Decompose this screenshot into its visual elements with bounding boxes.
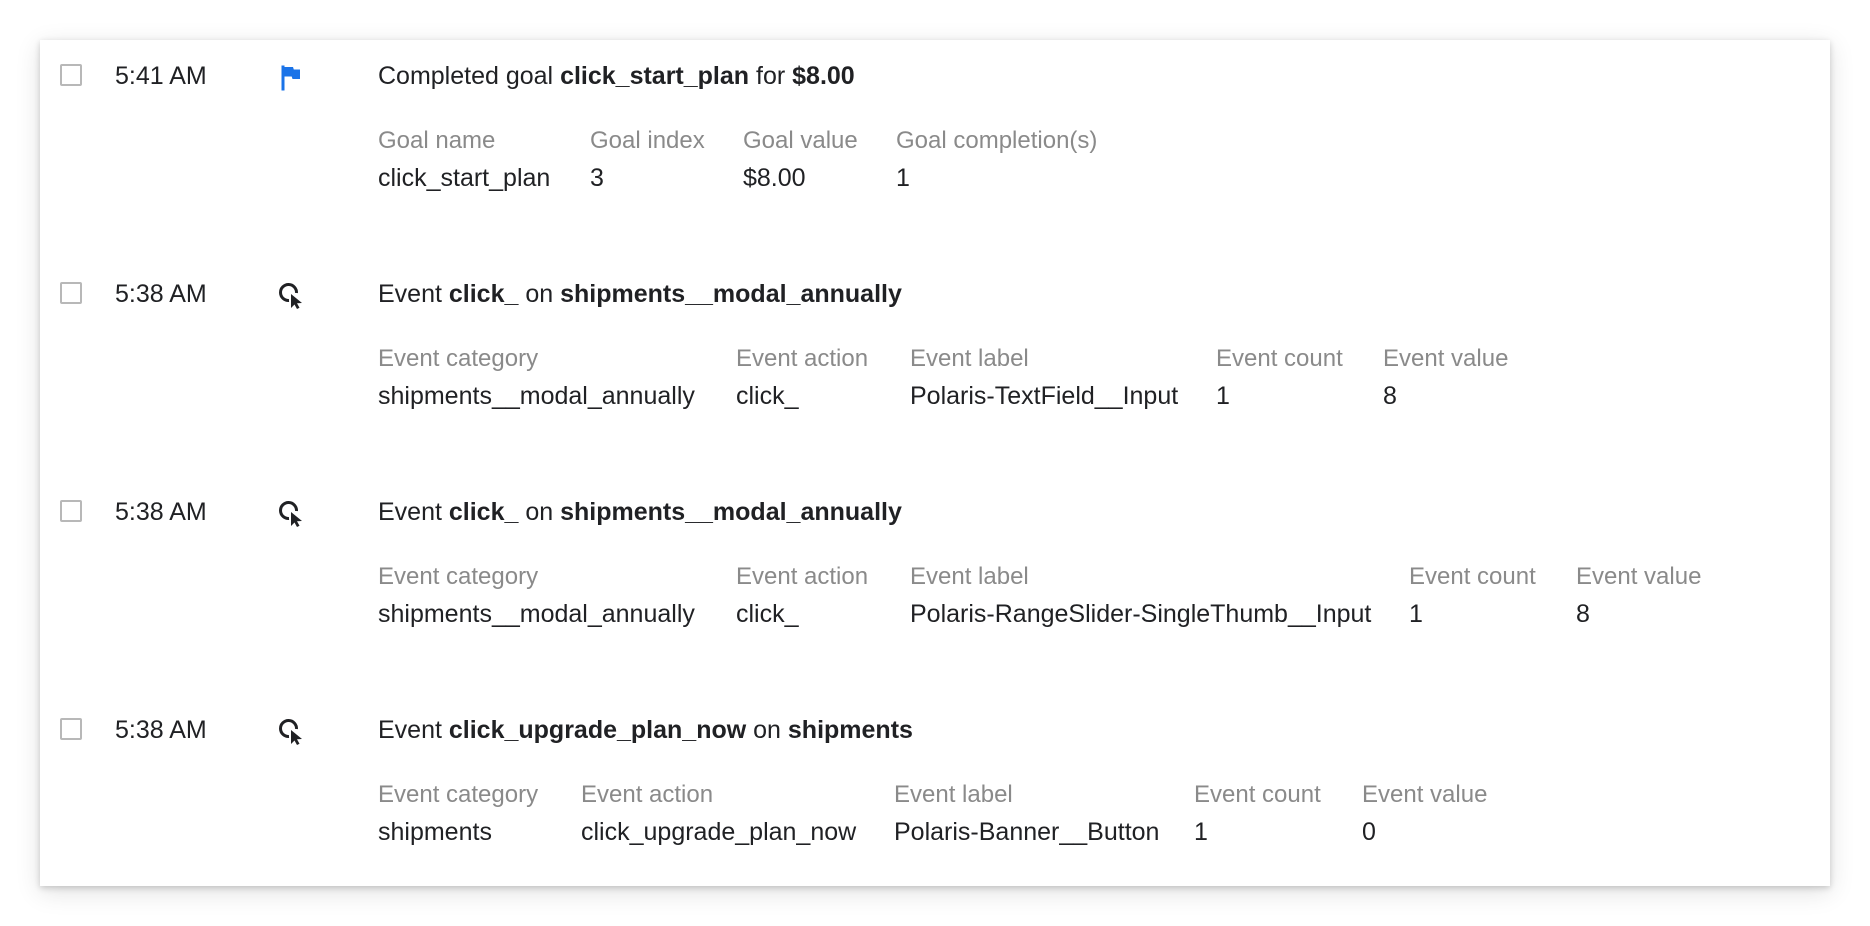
field-event-category: Event category shipments__modal_annually [378, 563, 695, 628]
activity-entry: 5:38 AM Event click_ on shipments__modal… [40, 476, 1830, 676]
field-event-value: Event value 8 [1576, 563, 1702, 628]
entry-checkbox[interactable] [60, 282, 82, 304]
field-event-value: Event value 8 [1383, 345, 1509, 410]
cursor-click-icon [276, 716, 306, 746]
field-event-action: Event action click_upgrade_plan_now [581, 781, 857, 846]
event-action-bold: click_ [448, 498, 519, 526]
activity-card: 5:41 AM Completed goal click_start_plan … [40, 40, 1830, 886]
activity-entry: 5:38 AM Event click_upgrade_plan_now on … [40, 694, 1830, 894]
event-category-bold: shipments__modal_annually [560, 280, 902, 308]
entry-time: 5:38 AM [115, 498, 207, 526]
cursor-click-icon [276, 280, 306, 310]
field-event-label: Event label Polaris-RangeSlider-SingleTh… [910, 563, 1372, 628]
field-event-label: Event label Polaris-TextField__Input [910, 345, 1179, 410]
entry-time: 5:38 AM [115, 280, 207, 308]
goal-value-bold: $8.00 [792, 62, 855, 90]
entry-checkbox[interactable] [60, 718, 82, 740]
entry-time: 5:41 AM [115, 62, 207, 90]
event-category-bold: shipments [787, 716, 913, 744]
field-event-action: Event action click_ [736, 563, 869, 628]
field-event-count: Event count 1 [1194, 781, 1321, 846]
flag-icon [276, 62, 306, 92]
activity-entry: 5:38 AM Event click_ on shipments__modal… [40, 258, 1830, 458]
field-goal-value: Goal value $8.00 [743, 127, 858, 192]
entry-headline: Event click_ on shipments__modal_annuall… [378, 280, 902, 308]
entry-headline: Event click_ on shipments__modal_annuall… [378, 498, 902, 526]
field-event-count: Event count 1 [1216, 345, 1343, 410]
event-action-bold: click_upgrade_plan_now [448, 716, 747, 744]
field-goal-name: Goal name click_start_plan [378, 127, 551, 192]
field-event-label: Event label Polaris-Banner__Button [894, 781, 1160, 846]
field-goal-index: Goal index 3 [590, 127, 705, 192]
entry-time: 5:38 AM [115, 716, 207, 744]
entry-checkbox[interactable] [60, 500, 82, 522]
field-event-value: Event value 0 [1362, 781, 1488, 846]
field-goal-completions: Goal completion(s) 1 [896, 127, 1098, 192]
goal-name-bold: click_start_plan [560, 62, 750, 90]
event-category-bold: shipments__modal_annually [560, 498, 902, 526]
field-event-action: Event action click_ [736, 345, 869, 410]
cursor-click-icon [276, 498, 306, 528]
field-event-count: Event count 1 [1409, 563, 1536, 628]
entry-headline: Event click_upgrade_plan_now on shipment… [378, 716, 913, 744]
entry-headline: Completed goal click_start_plan for $8.0… [378, 62, 855, 90]
entry-checkbox[interactable] [60, 64, 82, 86]
event-action-bold: click_ [448, 280, 519, 308]
field-event-category: Event category shipments [378, 781, 539, 846]
field-event-category: Event category shipments__modal_annually [378, 345, 695, 410]
activity-entry: 5:41 AM Completed goal click_start_plan … [40, 40, 1830, 240]
